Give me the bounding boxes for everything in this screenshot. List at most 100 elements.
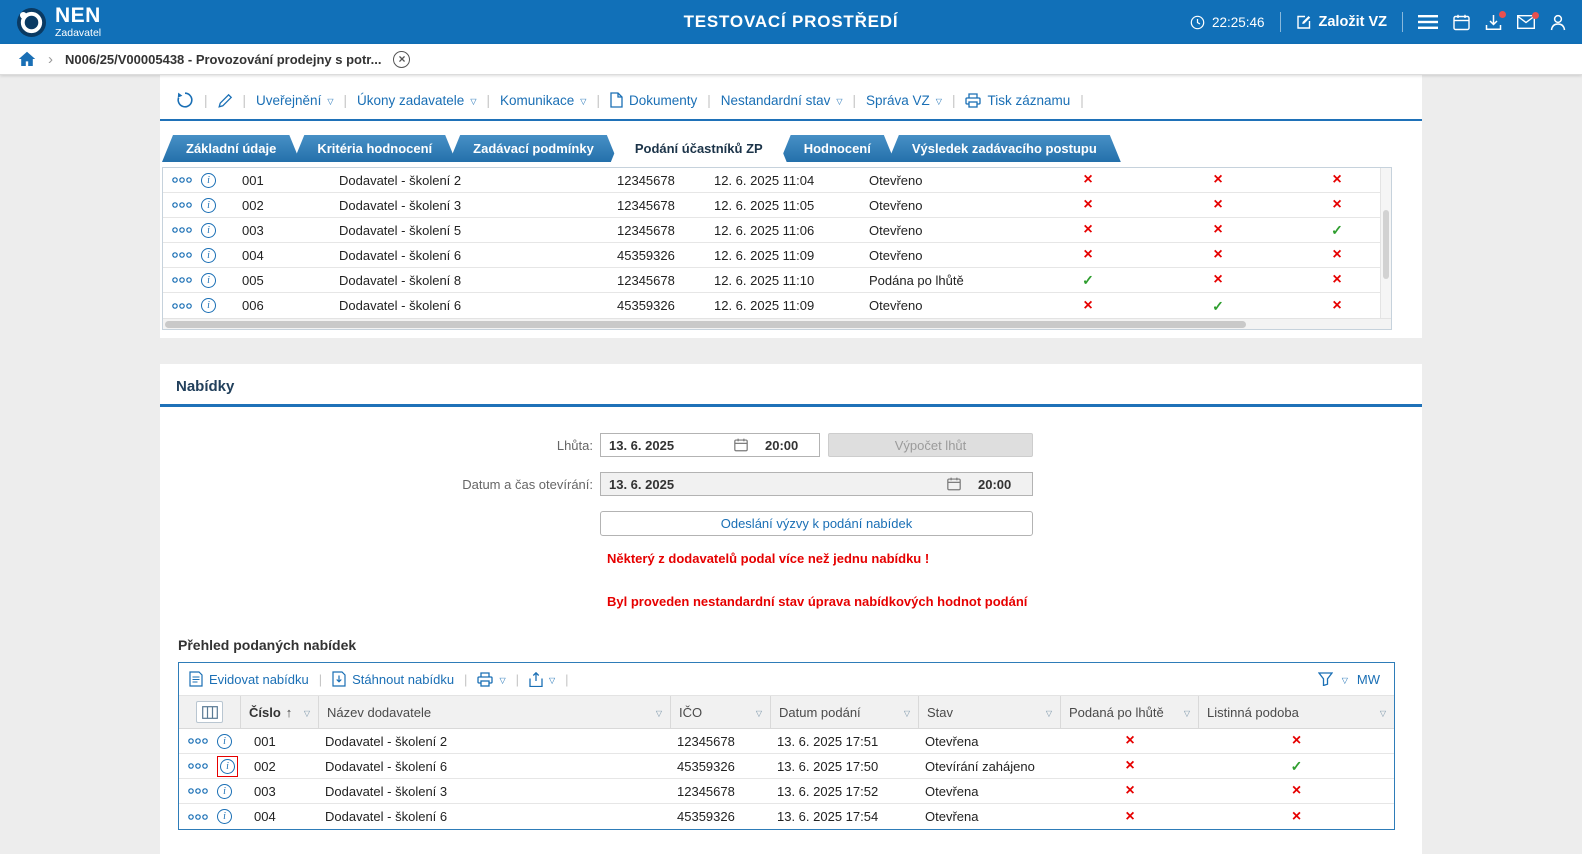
row-menu-icon[interactable] <box>188 788 208 794</box>
offer-row[interactable]: i 001 Dodavatel - školení 2 12345678 13. 6. … <box>179 729 1394 754</box>
tab-vysledek-zadavaciho-postupu[interactable]: Výsledek zadávacího postupu <box>888 135 1121 162</box>
row-menu-icon[interactable] <box>188 813 208 820</box>
scrollbar-thumb[interactable] <box>1383 210 1389 279</box>
participant-row[interactable]: i 006 Dodavatel - školení 6 45359326 12. 6. … <box>163 293 1391 318</box>
column-header-listinna-podoba[interactable]: Listinná podoba <box>1199 696 1394 728</box>
toolbar-link-sprava-vz[interactable]: Správa VZ <box>866 93 942 108</box>
tab-kriteria-hodnoceni[interactable]: Kritéria hodnocení <box>293 135 456 162</box>
offer-row[interactable]: i 002 Dodavatel - školení 6 45359326 13. 6. … <box>179 754 1394 779</box>
lhuta-time-value[interactable]: 20:00 <box>753 438 819 453</box>
horizontal-scrollbar[interactable] <box>163 318 1391 329</box>
row-info-icon[interactable]: i <box>217 809 232 824</box>
calendar-icon[interactable] <box>729 438 753 452</box>
messages-button[interactable] <box>1517 12 1539 29</box>
participant-row[interactable]: i 002 Dodavatel - školení 3 12345678 12. 6. … <box>163 193 1391 218</box>
cell-flag-1: ✓ <box>1023 273 1153 287</box>
toolbar-link-komunikace[interactable]: Komunikace <box>500 93 586 108</box>
stahnout-nabidku-button[interactable]: Stáhnout nabídku <box>332 671 454 687</box>
toolbar-link-uverejneni[interactable]: Uveřejnění <box>256 93 333 108</box>
tab-zakladni-udaje[interactable]: Základní údaje <box>162 135 300 162</box>
participant-row[interactable]: i 001 Dodavatel - školení 2 12345678 12. 6. … <box>163 168 1391 193</box>
view-dropdown-icon[interactable] <box>1342 672 1348 687</box>
oteviranni-time-value[interactable]: 20:00 <box>966 477 1032 492</box>
filter-dropdown-icon[interactable] <box>1184 705 1190 720</box>
tab-hodnoceni[interactable]: Hodnocení <box>780 135 895 162</box>
row-menu-icon[interactable] <box>172 227 192 233</box>
evidovat-nabidku-button[interactable]: Evidovat nabídku <box>189 671 309 687</box>
column-header-podana-po-lhute[interactable]: Podaná po lhůtě <box>1061 696 1199 728</box>
row-menu-icon[interactable] <box>172 277 192 283</box>
row-menu-icon[interactable] <box>172 302 192 309</box>
row-info-icon[interactable]: i <box>201 222 216 238</box>
filter-dropdown-icon[interactable] <box>904 705 910 720</box>
x-icon: × <box>1291 783 1302 799</box>
column-header-datum-podani[interactable]: Datum podání <box>771 696 919 728</box>
row-menu-icon[interactable] <box>188 738 208 744</box>
column-header-stav[interactable]: Stav <box>919 696 1061 728</box>
send-request-button[interactable]: Odeslání výzvy k podání nabídek <box>600 511 1033 536</box>
toolbar-link-ukony-zadavatele[interactable]: Úkony zadavatele <box>357 93 476 108</box>
calendar-icon[interactable] <box>942 477 966 491</box>
home-button[interactable] <box>18 51 36 67</box>
filter-button[interactable] <box>1317 672 1333 686</box>
toolbar-link-dokumenty[interactable]: Dokumenty <box>610 92 697 108</box>
row-menu-icon[interactable] <box>188 763 208 769</box>
participant-row[interactable]: i 003 Dodavatel - školení 5 12345678 12. 6. … <box>163 218 1391 243</box>
toolbar-link-nestandardni-stav[interactable]: Nestandardní stav <box>721 93 843 108</box>
row-info-icon[interactable]: i <box>201 172 216 188</box>
row-info-icon[interactable]: i <box>201 197 216 213</box>
filter-dropdown-icon[interactable] <box>756 705 762 720</box>
filter-dropdown-icon[interactable] <box>1046 705 1052 720</box>
breadcrumb-record[interactable]: N006/25/V00005438 - Provozování prodejny… <box>65 52 381 67</box>
create-vz-button[interactable]: Založit VZ <box>1296 14 1387 30</box>
row-menu-icon[interactable] <box>172 202 192 208</box>
row-info-icon[interactable]: i <box>217 783 232 799</box>
row-info-icon[interactable]: i <box>217 733 232 749</box>
row-info-icon[interactable]: i <box>201 247 216 263</box>
filter-dropdown-icon[interactable] <box>304 705 310 720</box>
tab-podani-ucastniku-zp[interactable]: Podání účastníků ZP <box>611 135 787 162</box>
oteviranni-date-value[interactable]: 13. 6. 2025 <box>601 477 942 492</box>
row-info-icon[interactable]: i <box>220 758 235 774</box>
participant-row[interactable]: i 005 Dodavatel - školení 8 12345678 12. 6. … <box>163 268 1391 293</box>
info-alert-frame: i <box>217 755 238 777</box>
export-table-button[interactable] <box>529 671 555 687</box>
column-header-ico[interactable]: IČO <box>671 696 771 728</box>
row-info-icon[interactable]: i <box>201 272 216 288</box>
cell-dodavatel: Dodavatel - školení 6 <box>339 247 462 263</box>
oteviranni-field[interactable]: 13. 6. 2025 20:00 <box>600 472 1033 496</box>
edit-record-button[interactable] <box>217 93 233 108</box>
row-menu-icon[interactable] <box>172 177 192 183</box>
view-mw-button[interactable]: MW <box>1357 672 1380 687</box>
cell-cislo: 004 <box>254 809 276 824</box>
tab-zadavaci-podminky[interactable]: Zadávací podmínky <box>449 135 618 162</box>
vertical-scrollbar[interactable] <box>1380 168 1391 318</box>
lhuta-date-value[interactable]: 13. 6. 2025 <box>601 438 729 453</box>
menu-button[interactable] <box>1418 14 1438 30</box>
column-header-nazev-dodavatele[interactable]: Název dodavatele <box>319 696 671 728</box>
vypocet-lhut-button[interactable]: Výpočet lhůt <box>828 433 1033 457</box>
downloads-button[interactable] <box>1485 10 1506 31</box>
toolbar-link-tisk-zaznamu[interactable]: Tisk záznamu <box>965 93 1070 108</box>
column-settings-button[interactable] <box>196 701 223 723</box>
lhuta-field[interactable]: 13. 6. 2025 20:00 <box>600 433 820 457</box>
brand[interactable]: NEN Zadavatel <box>16 5 101 39</box>
cell-listinna-podoba: × <box>1199 783 1394 799</box>
offer-row[interactable]: i 003 Dodavatel - školení 3 12345678 13. 6. … <box>179 779 1394 804</box>
row-info-icon[interactable]: i <box>201 298 216 313</box>
row-actions: i <box>163 222 229 238</box>
history-button[interactable] <box>176 91 194 109</box>
offer-row[interactable]: i 004 Dodavatel - školení 6 45359326 13. 6. … <box>179 804 1394 829</box>
print-table-button[interactable] <box>477 671 505 687</box>
offers-panel: Nabídky Lhůta: 13. 6. 2025 20:00 Výpočet… <box>160 364 1422 854</box>
dropdown-icon <box>936 93 942 108</box>
row-menu-icon[interactable] <box>172 252 192 258</box>
participant-row[interactable]: i 004 Dodavatel - školení 6 45359326 12. 6. … <box>163 243 1391 268</box>
profile-button[interactable] <box>1550 14 1566 31</box>
scrollbar-thumb[interactable] <box>165 321 1246 328</box>
calendar-button[interactable] <box>1453 14 1470 31</box>
filter-dropdown-icon[interactable] <box>656 705 662 720</box>
close-record-button[interactable]: × <box>393 50 411 68</box>
column-header-cislo[interactable]: Číslo <box>241 696 319 728</box>
filter-dropdown-icon[interactable] <box>1380 705 1386 720</box>
